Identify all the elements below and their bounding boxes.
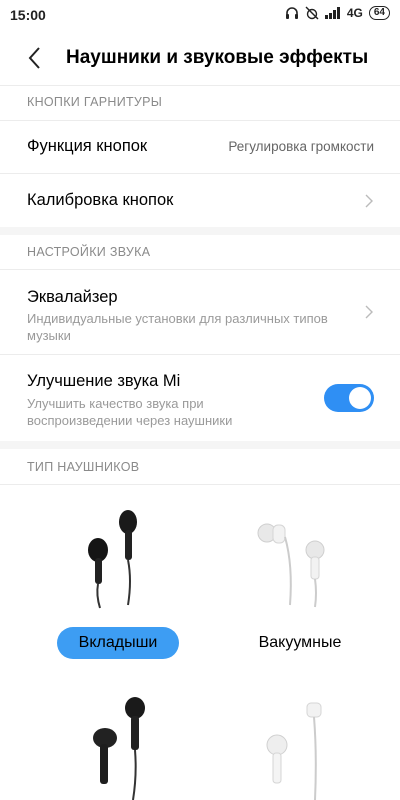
- mi-sound-description: Улучшить качество звука при воспроизведе…: [27, 396, 233, 428]
- equalizer-row[interactable]: Эквалайзер Индивидуальные установки для …: [0, 270, 400, 354]
- earbuds-black-alt-image[interactable]: [85, 690, 165, 800]
- button-calibration-row[interactable]: Калибровка кнопок: [0, 174, 400, 226]
- status-icons: 4G 64: [285, 6, 390, 20]
- mi-sound-label: Улучшение звука Mi: [27, 372, 181, 390]
- earphone-type-vacuum-button[interactable]: Вакуумные: [240, 627, 360, 659]
- button-function-value: Регулировка громкости: [228, 139, 374, 154]
- section-header-sound: НАСТРОЙКИ ЗВУКА: [27, 245, 151, 259]
- status-bar: 15:00 4G 64: [0, 0, 400, 30]
- mi-sound-toggle[interactable]: [324, 384, 374, 412]
- equalizer-label: Эквалайзер: [27, 288, 118, 306]
- earbuds-black-image[interactable]: [70, 500, 160, 610]
- chevron-right-icon: [365, 305, 373, 319]
- alarm-off-icon: [305, 6, 319, 20]
- battery-indicator: 64: [368, 6, 390, 20]
- section-header-buttons: КНОПКИ ГАРНИТУРЫ: [27, 95, 163, 109]
- earbuds-white-image[interactable]: [245, 505, 335, 610]
- network-type: 4G: [346, 6, 363, 20]
- section-gap: [0, 227, 400, 235]
- back-arrow-icon[interactable]: [22, 45, 48, 71]
- toggle-knob: [349, 387, 371, 409]
- signal-icon: [324, 7, 340, 19]
- divider: [0, 484, 400, 485]
- chevron-right-icon: [365, 194, 373, 208]
- headphones-icon: [285, 7, 298, 19]
- button-function-label: Функция кнопок: [27, 137, 148, 155]
- button-calibration-label: Калибровка кнопок: [27, 191, 174, 209]
- section-gap: [0, 441, 400, 449]
- earbuds-white-alt-image[interactable]: [255, 695, 335, 800]
- button-function-row[interactable]: Функция кнопок Регулировка громкости: [0, 121, 400, 173]
- equalizer-description: Индивидуальные установки для различных т…: [27, 311, 328, 343]
- page-title: Наушники и звуковые эффекты: [66, 47, 369, 68]
- earphone-type-inear-button[interactable]: Вкладыши: [57, 627, 179, 659]
- title-bar: Наушники и звуковые эффекты: [0, 30, 400, 85]
- section-header-type: ТИП НАУШНИКОВ: [27, 460, 140, 474]
- divider: [0, 85, 400, 86]
- status-time: 15:00: [10, 7, 46, 23]
